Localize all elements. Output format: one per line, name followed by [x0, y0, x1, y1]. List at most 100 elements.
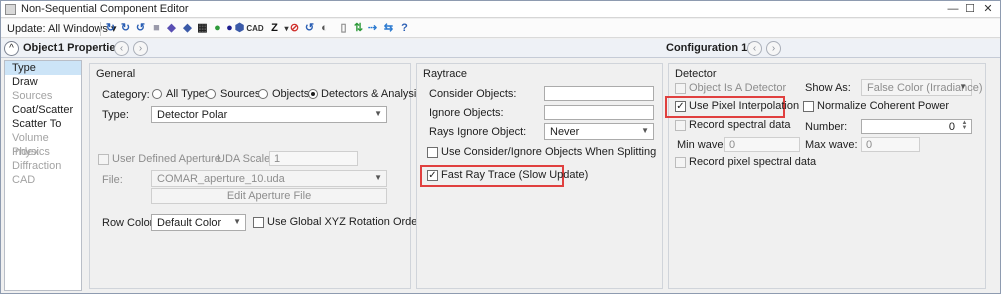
next-configuration-button[interactable]: ›	[766, 41, 781, 56]
general-heading: General	[96, 68, 136, 80]
min-wave-value: 0	[729, 139, 736, 151]
use-pixel-interpolation-label: Use Pixel Interpolation	[689, 100, 800, 112]
configuration-label: Configuration 1/1	[666, 42, 757, 54]
fast-ray-trace-checkbox[interactable]: ✓	[427, 170, 438, 181]
reload-icon[interactable]: ↺	[134, 22, 147, 35]
use-pixel-interpolation-checkbox[interactable]: ✓	[675, 101, 686, 112]
max-wave-input[interactable]: 0	[861, 137, 920, 152]
uda-scale-input[interactable]: 1	[269, 151, 358, 166]
ignore-objects-input[interactable]	[544, 105, 654, 120]
type-select[interactable]: Detector Polar ▼	[151, 106, 387, 123]
number-input[interactable]: 0 ▲ ▼	[861, 119, 972, 134]
toolbar-separator	[100, 22, 101, 36]
category-objects-label: Objects	[272, 88, 310, 100]
number-spinner-icon[interactable]: ▲ ▼	[959, 120, 970, 132]
record-spectral-data-label: Record spectral data	[689, 119, 791, 131]
rays-ignore-object-label: Rays Ignore Object:	[429, 126, 527, 138]
sidebar-item-cad: CAD	[12, 174, 36, 186]
category-all-types-radio[interactable]	[152, 89, 162, 99]
min-wave-input[interactable]: 0	[724, 137, 800, 152]
next-object-button[interactable]: ›	[133, 41, 148, 56]
property-category-list: Type Draw Sources Coat/Scatter Scatter T…	[4, 60, 82, 291]
consider-objects-input[interactable]	[544, 86, 654, 101]
maximize-button[interactable]: ☐	[962, 2, 978, 16]
edit-aperture-file-button[interactable]: Edit Aperture File	[151, 188, 387, 204]
toggle-icon[interactable]: ◐	[318, 22, 331, 35]
rays-ignore-object-select[interactable]: Never ▼	[544, 123, 654, 140]
sidebar-item-diffraction: Diffraction	[12, 160, 62, 172]
chevron-down-icon: ▼	[374, 173, 382, 182]
uda-scale-value: 1	[274, 153, 281, 165]
row-color-label: Row Color:	[102, 217, 157, 229]
collapse-icon[interactable]: ^	[4, 41, 19, 56]
minimize-button[interactable]: —	[945, 2, 961, 16]
document-icon[interactable]: ▯	[337, 22, 350, 35]
sidebar-item-type[interactable]: Type	[5, 61, 81, 75]
object-icon[interactable]: ■	[150, 22, 163, 35]
show-as-select[interactable]: False Color (Irradiance) ▼	[861, 79, 983, 96]
cad-dropdown[interactable]: CAD	[244, 22, 266, 35]
shaded-model-icon[interactable]: ◆	[181, 22, 194, 35]
number-value: 0	[948, 121, 955, 133]
toolbar: Update: All Windows ▾ ↻ ↻ ↺ ■ ◆ ◆ ▦ ● ● …	[1, 19, 1000, 38]
raytrace-heading: Raytrace	[423, 68, 468, 80]
aperture-file-select[interactable]: COMAR_aperture_10.uda ▼	[151, 170, 387, 187]
rotate-icon[interactable]: ↺	[303, 22, 316, 35]
record-pixel-spectral-checkbox[interactable]	[675, 157, 686, 168]
layout-icon[interactable]: ▦	[196, 22, 209, 35]
record-spectral-data-checkbox[interactable]	[675, 120, 686, 131]
title-bar: Non-Sequential Component Editor — ☐ ✕	[1, 1, 1000, 18]
cube-icon[interactable]: ◆	[165, 22, 178, 35]
object-is-detector-checkbox[interactable]	[675, 83, 686, 94]
refresh-icon[interactable]: ↻	[104, 22, 117, 35]
use-consider-ignore-label: Use Consider/Ignore Objects When Splitti…	[441, 146, 657, 158]
sidebar-item-scatter-to[interactable]: Scatter To	[5, 117, 81, 131]
file-label: File:	[102, 174, 123, 186]
uda-scale-label: UDA Scale:	[217, 153, 274, 165]
category-all-types-label: All Types	[166, 88, 211, 100]
refresh-all-icon[interactable]: ↻	[119, 22, 132, 35]
no-entry-icon[interactable]: ⊘	[288, 22, 301, 35]
object-label: Object	[23, 42, 58, 54]
arrow-right-icon[interactable]: ⇢	[366, 22, 379, 35]
category-label: Category:	[102, 89, 150, 101]
use-consider-ignore-checkbox[interactable]	[427, 147, 438, 158]
ignore-objects-label: Ignore Objects:	[429, 107, 504, 119]
category-detectors-label: Detectors & Analysis	[321, 88, 422, 100]
arrows-icon[interactable]: ⇆	[382, 22, 395, 35]
category-detectors-radio[interactable]	[308, 89, 318, 99]
global-xyz-rotation-label: Use Global XYZ Rotation Order	[267, 216, 422, 228]
sidebar-item-draw[interactable]: Draw	[5, 75, 81, 89]
detector-heading: Detector	[675, 68, 717, 80]
category-sources-radio[interactable]	[206, 89, 216, 99]
update-windows-label: Update: All Windows	[7, 23, 108, 35]
close-button[interactable]: ✕	[980, 2, 996, 16]
chevron-down-icon: ▼	[641, 126, 649, 135]
global-xyz-rotation-checkbox[interactable]	[253, 217, 264, 228]
chevron-down-icon: ▼	[374, 109, 382, 118]
chevron-down-icon: ▼	[959, 82, 967, 91]
previous-configuration-button[interactable]: ‹	[747, 41, 762, 56]
swap-icon[interactable]: ⇅	[352, 22, 365, 35]
consider-objects-label: Consider Objects:	[429, 88, 517, 100]
user-defined-aperture-label: User Defined Aperture	[112, 153, 221, 165]
sidebar-item-coat-scatter[interactable]: Coat/Scatter	[5, 103, 81, 117]
sidebar-item-volume-physics: Volume Physics	[12, 132, 50, 158]
app-icon	[5, 4, 16, 15]
min-wave-label: Min wave:	[677, 139, 727, 151]
object-is-detector-label: Object Is A Detector	[689, 82, 787, 94]
normalize-coherent-power-label: Normalize Coherent Power	[817, 100, 950, 112]
record-pixel-spectral-label: Record pixel spectral data	[689, 156, 817, 168]
user-defined-aperture-checkbox[interactable]	[98, 154, 109, 165]
number-label: Number:	[805, 121, 848, 133]
type-label: Type:	[102, 109, 129, 121]
previous-object-button[interactable]: ‹	[114, 41, 129, 56]
normalize-coherent-power-checkbox[interactable]	[803, 101, 814, 112]
row-color-select[interactable]: Default Color ▼	[151, 214, 246, 231]
rays-ignore-object-value: Never	[550, 126, 580, 138]
help-icon[interactable]: ?	[398, 22, 411, 35]
properties-header: ^ Object 1 Properties ‹ › Configuration …	[1, 39, 1000, 58]
row-color-value: Default Color	[157, 217, 222, 229]
category-objects-radio[interactable]	[258, 89, 268, 99]
properties-label: 1 Properties	[58, 42, 122, 54]
